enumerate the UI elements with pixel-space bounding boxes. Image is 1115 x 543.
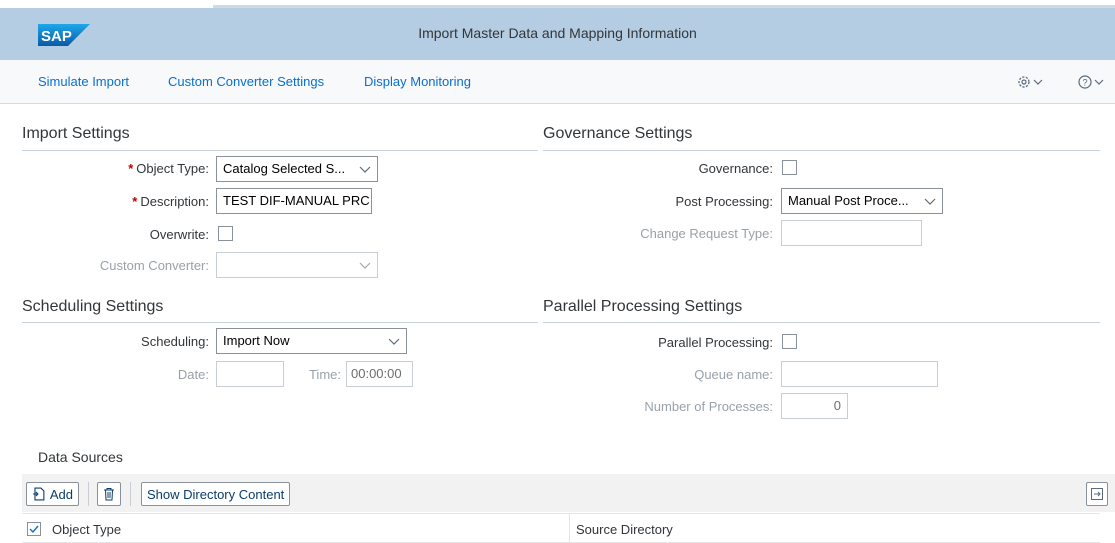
change-request-type-label: Change Request Type: (640, 226, 773, 241)
required-marker: * (128, 161, 134, 176)
chevron-down-icon (924, 198, 936, 205)
time-input[interactable]: 00:00:00 (346, 361, 413, 387)
app-title: Import Master Data and Mapping Informati… (418, 25, 697, 41)
object-type-label: * Object Type: (128, 161, 209, 176)
select-all-checkbox[interactable] (27, 522, 41, 536)
shell-bar: SAP Import Master Data and Mapping Infor… (0, 8, 1115, 60)
toolbar-separator (88, 482, 89, 506)
governance-settings-title: Governance Settings (543, 125, 693, 142)
add-button-label: Add (49, 486, 73, 502)
data-sources-table-header: Object Type Source Directory (22, 513, 1100, 543)
gear-icon (1018, 76, 1030, 88)
custom-converter-settings-link[interactable]: Custom Converter Settings (168, 74, 324, 89)
governance-checkbox[interactable] (782, 160, 797, 175)
svg-text:?: ? (1082, 78, 1087, 88)
required-marker: * (132, 194, 138, 209)
column-header-object-type[interactable]: Object Type (52, 522, 121, 537)
data-sources-title: Data Sources (38, 449, 123, 465)
post-processing-select[interactable]: Manual Post Proce... (781, 188, 943, 214)
chevron-down-icon (388, 338, 400, 345)
header-toolbar: Simulate Import Custom Converter Setting… (0, 60, 1115, 104)
scheduling-value: Import Now (223, 333, 290, 348)
parallel-processing-settings-divider (543, 322, 1100, 323)
change-request-type-input[interactable] (781, 220, 922, 246)
date-label: Date: (177, 367, 209, 382)
description-label: * Description: (132, 194, 209, 209)
time-label: Time: (308, 367, 341, 382)
show-directory-content-button[interactable]: Show Directory Content (141, 482, 291, 506)
column-header-source-directory[interactable]: Source Directory (576, 522, 673, 537)
parallel-processing-checkbox[interactable] (782, 334, 797, 349)
custom-converter-select[interactable] (216, 252, 378, 278)
description-label-text: Description: (140, 194, 209, 209)
governance-settings-divider (543, 150, 1100, 151)
help-menu-button[interactable]: ? (1077, 71, 1113, 93)
date-input[interactable] (216, 361, 284, 387)
settings-menu-button[interactable] (1016, 71, 1052, 93)
description-input[interactable]: TEST DIF-MANUAL PRC (216, 188, 372, 214)
scheduling-settings-title: Scheduling Settings (22, 298, 164, 315)
scheduling-settings-divider (22, 322, 538, 323)
overwrite-checkbox[interactable] (218, 226, 233, 241)
import-settings-divider (22, 150, 538, 151)
trash-icon (104, 488, 114, 501)
governance-label: Governance: (698, 161, 773, 176)
export-icon (1091, 488, 1103, 500)
object-type-select[interactable]: Catalog Selected S... (216, 156, 378, 182)
scheduling-select[interactable]: Import Now (216, 328, 407, 354)
object-type-label-text: Object Type: (136, 161, 209, 176)
browser-tab-strip (0, 0, 1115, 8)
add-button[interactable]: Add (26, 482, 79, 506)
scheduling-label: Scheduling: (141, 334, 209, 349)
parallel-processing-label: Parallel Processing: (658, 335, 773, 350)
help-icon: ? (1078, 75, 1092, 89)
checkmark-icon (29, 525, 39, 534)
chevron-down-icon (359, 166, 371, 173)
number-of-processes-input[interactable]: 0 (781, 393, 848, 419)
chevron-down-icon (359, 262, 371, 269)
import-settings-title: Import Settings (22, 125, 130, 142)
column-separator (569, 514, 570, 543)
delete-button[interactable] (97, 482, 121, 506)
parallel-processing-settings-title: Parallel Processing Settings (543, 298, 743, 315)
add-document-icon (32, 487, 45, 501)
table-settings-button[interactable] (1086, 482, 1108, 506)
post-processing-value: Manual Post Proce... (788, 193, 909, 208)
chevron-down-icon (1094, 79, 1104, 85)
object-type-value: Catalog Selected S... (223, 161, 346, 176)
chevron-down-icon (1033, 79, 1043, 85)
display-monitoring-link[interactable]: Display Monitoring (364, 74, 471, 89)
overwrite-label: Overwrite: (149, 227, 209, 242)
queue-name-label: Queue name: (694, 367, 773, 382)
queue-name-input[interactable] (781, 361, 938, 387)
post-processing-label: Post Processing: (675, 194, 773, 209)
number-of-processes-label: Number of Processes: (644, 399, 773, 414)
data-sources-toolbar: Add Show Directory Content (22, 474, 1115, 512)
simulate-import-link[interactable]: Simulate Import (38, 74, 129, 89)
custom-converter-label: Custom Converter: (99, 258, 209, 273)
toolbar-separator (130, 482, 131, 506)
